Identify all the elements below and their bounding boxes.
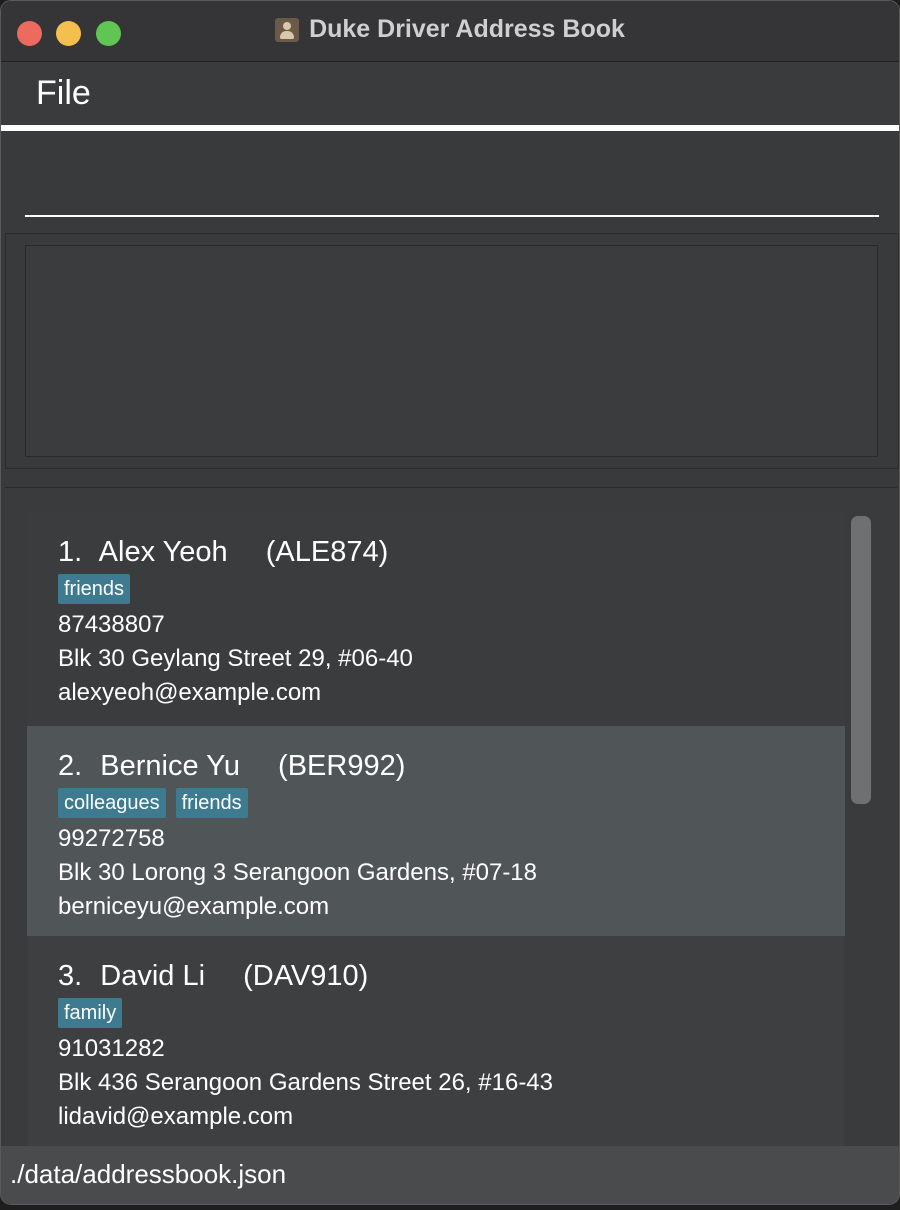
person-card-selected[interactable]: 2. Bernice Yu (BER992) colleagues friend…: [27, 726, 845, 936]
command-input[interactable]: [25, 131, 879, 217]
person-card-header: 2. Bernice Yu (BER992): [58, 748, 845, 788]
person-index: 1.: [58, 536, 83, 568]
status-bar: ./data/addressbook.json: [1, 1146, 899, 1204]
person-email: alexyeoh@example.com: [58, 679, 322, 706]
list-scrollbar[interactable]: [851, 516, 871, 804]
save-location: ./data/addressbook.json: [10, 1159, 287, 1189]
tag: family: [58, 998, 123, 1028]
window-title: Duke Driver Address Book: [309, 15, 625, 43]
person-card[interactable]: 1. Alex Yeoh (ALE874) friends 87438807 B…: [27, 512, 845, 726]
person-id: (BER992): [278, 750, 406, 782]
person-email: berniceyu@example.com: [58, 893, 330, 920]
person-name: Alex Yeoh: [98, 536, 228, 568]
tag: colleagues: [58, 788, 166, 818]
person-phone: 87438807: [58, 611, 165, 638]
command-box: [1, 131, 899, 231]
address-book-icon: [275, 17, 300, 42]
person-index: 2.: [58, 750, 83, 782]
tag: friends: [175, 788, 248, 818]
person-id: (DAV910): [243, 960, 369, 992]
menu-bar: File: [1, 62, 899, 125]
person-address: Blk 436 Serangoon Gardens Street 26, #16…: [58, 1069, 553, 1096]
person-name: Bernice Yu: [100, 750, 240, 782]
tag-list: family: [58, 998, 845, 1032]
person-card-header: 3. David Li (DAV910): [58, 958, 845, 998]
title-bar: Duke Driver Address Book: [1, 1, 899, 62]
person-address: Blk 30 Lorong 3 Serangoon Gardens, #07-1…: [58, 859, 538, 886]
title-wrap: Duke Driver Address Book: [1, 15, 899, 44]
app-window: Duke Driver Address Book File 1. Alex Ye…: [0, 0, 900, 1205]
tag: friends: [58, 574, 131, 604]
person-index: 3.: [58, 960, 83, 992]
person-email: lidavid@example.com: [58, 1103, 294, 1130]
result-display: [25, 245, 878, 457]
tag-list: colleagues friends: [58, 788, 845, 822]
person-name: David Li: [100, 960, 206, 992]
menu-file[interactable]: File: [36, 74, 91, 113]
person-list-panel[interactable]: 1. Alex Yeoh (ALE874) friends 87438807 B…: [5, 487, 897, 1148]
person-phone: 91031282: [58, 1035, 165, 1062]
person-id: (ALE874): [265, 536, 389, 568]
person-card-header: 1. Alex Yeoh (ALE874): [58, 534, 845, 574]
tag-list: friends: [58, 574, 845, 608]
person-phone: 99272758: [58, 825, 165, 852]
person-address: Blk 30 Geylang Street 29, #06-40: [58, 645, 413, 672]
person-card[interactable]: 3. David Li (DAV910) family 91031282 Blk…: [27, 936, 845, 1148]
person-list: 1. Alex Yeoh (ALE874) friends 87438807 B…: [27, 512, 845, 1148]
